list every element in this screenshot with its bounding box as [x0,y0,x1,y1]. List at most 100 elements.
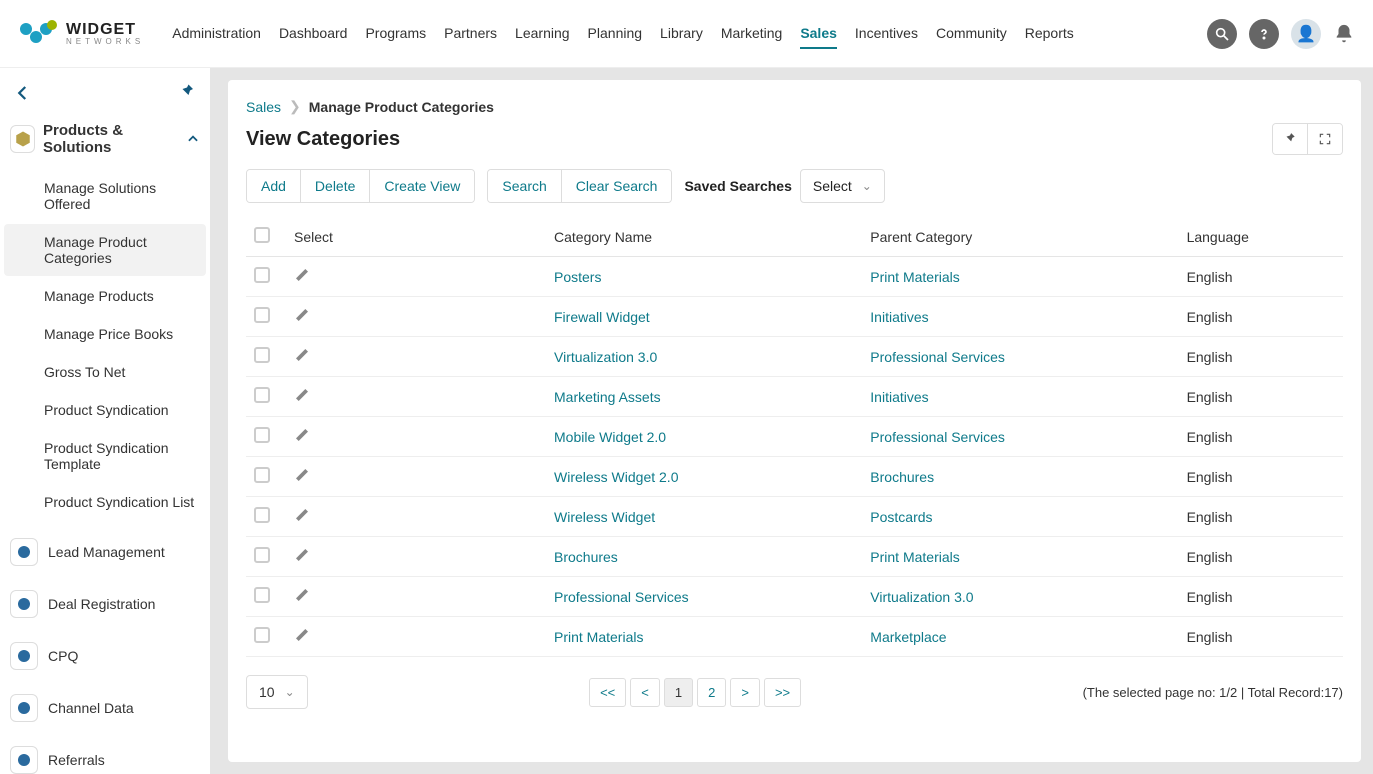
edit-icon[interactable] [294,547,310,563]
sidebar-item[interactable]: Product Syndication List [4,484,206,520]
search-button[interactable]: Search [488,170,560,202]
category-name-link[interactable]: Mobile Widget 2.0 [554,429,666,445]
sidebar-section[interactable]: CPQ [0,630,210,682]
table-row: Print MaterialsMarketplaceEnglish [246,617,1343,657]
edit-icon[interactable] [294,587,310,603]
parent-category-link[interactable]: Print Materials [870,549,959,565]
saved-searches-label: Saved Searches [684,178,791,194]
breadcrumb-root[interactable]: Sales [246,99,281,115]
topnav-partners[interactable]: Partners [444,19,497,49]
category-name-link[interactable]: Wireless Widget [554,509,655,525]
sidebar-item[interactable]: Product Syndication [4,392,206,428]
sidebar-section[interactable]: Channel Data [0,682,210,734]
topnav-administration[interactable]: Administration [172,19,261,49]
edit-icon[interactable] [294,427,310,443]
row-checkbox[interactable] [254,547,270,563]
edit-icon[interactable] [294,387,310,403]
parent-category-link[interactable]: Virtualization 3.0 [870,589,973,605]
select-all-checkbox[interactable] [254,227,270,243]
notification-icon[interactable] [1333,23,1355,45]
category-name-link[interactable]: Print Materials [554,629,643,645]
sidebar-item[interactable]: Manage Price Books [4,316,206,352]
page-size-select[interactable]: 10 ⌄ [246,675,308,709]
topnav-planning[interactable]: Planning [588,19,643,49]
sidebar-item[interactable]: Gross To Net [4,354,206,390]
sidebar-section[interactable]: Deal Registration [0,578,210,630]
fullscreen-button[interactable] [1307,124,1342,154]
sidebar-section-label: Lead Management [48,544,165,560]
parent-category-link[interactable]: Initiatives [870,389,928,405]
row-checkbox[interactable] [254,387,270,403]
column-language: Language [1179,217,1343,257]
page-button[interactable]: << [589,678,626,707]
page-button[interactable]: < [630,678,660,707]
category-name-link[interactable]: Professional Services [554,589,689,605]
parent-category-link[interactable]: Professional Services [870,429,1005,445]
add-button[interactable]: Add [247,170,300,202]
topnav-library[interactable]: Library [660,19,703,49]
category-name-link[interactable]: Wireless Widget 2.0 [554,469,678,485]
category-name-link[interactable]: Firewall Widget [554,309,650,325]
sidebar-section[interactable]: Referrals [0,734,210,774]
clear-search-button[interactable]: Clear Search [561,170,672,202]
parent-category-link[interactable]: Brochures [870,469,934,485]
edit-icon[interactable] [294,267,310,283]
sidebar-section[interactable]: Lead Management [0,526,210,578]
sidebar-item[interactable]: Manage Solutions Offered [4,170,206,222]
sidebar-group-products[interactable]: Products & Solutions [0,114,210,164]
sidebar-item[interactable]: Product Syndication Template [4,430,206,482]
sidebar-pin-icon[interactable] [178,82,196,104]
pagination: <<<12>>> [589,678,801,707]
delete-button[interactable]: Delete [300,170,369,202]
row-checkbox[interactable] [254,507,270,523]
logo: WIDGET NETWORKS [18,19,144,49]
parent-category-link[interactable]: Marketplace [870,629,946,645]
row-checkbox[interactable] [254,467,270,483]
category-name-link[interactable]: Posters [554,269,601,285]
user-avatar[interactable]: 👤 [1291,19,1321,49]
row-checkbox[interactable] [254,347,270,363]
edit-icon[interactable] [294,307,310,323]
breadcrumb: Sales ❯ Manage Product Categories [246,98,1343,115]
create-view-button[interactable]: Create View [369,170,474,202]
row-checkbox[interactable] [254,307,270,323]
topnav-reports[interactable]: Reports [1025,19,1074,49]
category-name-link[interactable]: Brochures [554,549,618,565]
topnav-marketing[interactable]: Marketing [721,19,782,49]
parent-category-link[interactable]: Initiatives [870,309,928,325]
topnav-community[interactable]: Community [936,19,1007,49]
topnav-dashboard[interactable]: Dashboard [279,19,348,49]
row-checkbox[interactable] [254,267,270,283]
page-button[interactable]: >> [764,678,801,707]
topnav-learning[interactable]: Learning [515,19,570,49]
column-select: Select [286,217,546,257]
search-icon[interactable] [1207,19,1237,49]
parent-category-link[interactable]: Print Materials [870,269,959,285]
page-button[interactable]: 2 [697,678,726,707]
row-checkbox[interactable] [254,587,270,603]
edit-icon[interactable] [294,627,310,643]
edit-icon[interactable] [294,507,310,523]
sidebar-back-icon[interactable] [14,82,32,104]
topnav-sales[interactable]: Sales [800,19,837,49]
help-icon[interactable] [1249,19,1279,49]
table-row: Wireless Widget 2.0BrochuresEnglish [246,457,1343,497]
topnav-programs[interactable]: Programs [365,19,426,49]
row-checkbox[interactable] [254,427,270,443]
topnav-incentives[interactable]: Incentives [855,19,918,49]
sidebar-item[interactable]: Manage Products [4,278,206,314]
category-name-link[interactable]: Virtualization 3.0 [554,349,657,365]
parent-category-link[interactable]: Professional Services [870,349,1005,365]
parent-category-link[interactable]: Postcards [870,509,932,525]
page-title: View Categories [246,128,400,151]
sidebar-item[interactable]: Manage Product Categories [4,224,206,276]
category-name-link[interactable]: Marketing Assets [554,389,661,405]
saved-searches-select[interactable]: Select ⌄ [800,169,885,203]
chevron-right-icon: ❯ [289,98,301,115]
edit-icon[interactable] [294,347,310,363]
pin-page-button[interactable] [1273,124,1307,154]
row-checkbox[interactable] [254,627,270,643]
page-button[interactable]: 1 [664,678,693,707]
edit-icon[interactable] [294,467,310,483]
page-button[interactable]: > [730,678,760,707]
